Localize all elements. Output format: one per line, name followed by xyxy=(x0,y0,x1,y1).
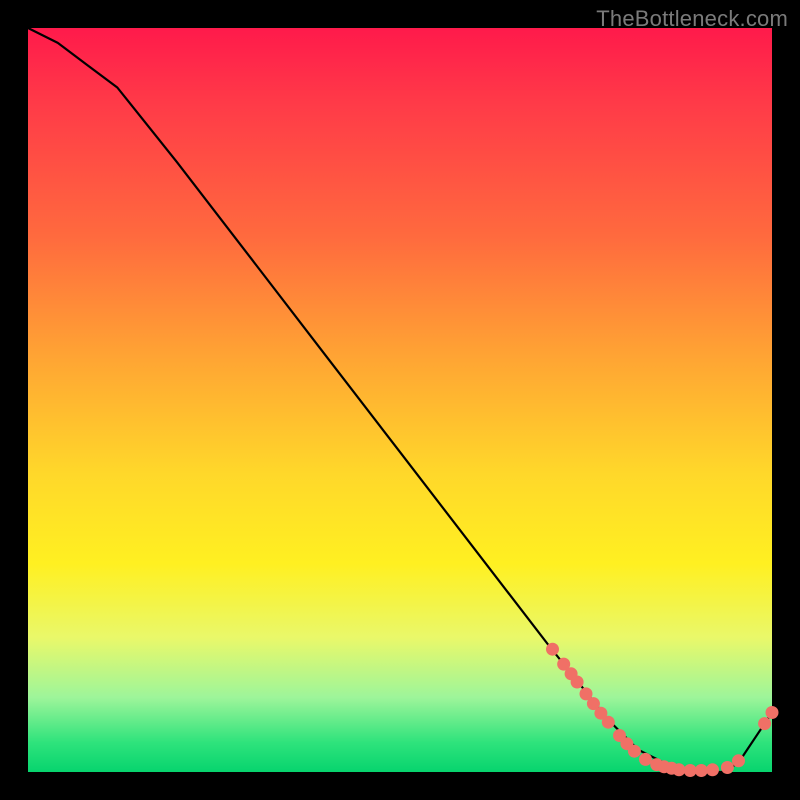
data-marker xyxy=(732,754,745,767)
data-marker xyxy=(695,764,708,777)
data-marker xyxy=(639,753,652,766)
data-marker xyxy=(684,764,697,777)
chart-frame: TheBottleneck.com xyxy=(0,0,800,800)
bottleneck-curve xyxy=(28,28,772,772)
data-marker xyxy=(602,716,615,729)
data-marker xyxy=(546,643,559,656)
data-marker xyxy=(571,676,584,689)
data-marker xyxy=(721,761,734,774)
watermark-label: TheBottleneck.com xyxy=(596,6,788,32)
data-markers xyxy=(546,643,779,777)
curve-svg xyxy=(28,28,772,772)
data-marker xyxy=(673,763,686,776)
data-marker xyxy=(766,706,779,719)
data-marker xyxy=(758,717,771,730)
data-marker xyxy=(628,745,641,758)
plot-area xyxy=(28,28,772,772)
data-marker xyxy=(706,763,719,776)
